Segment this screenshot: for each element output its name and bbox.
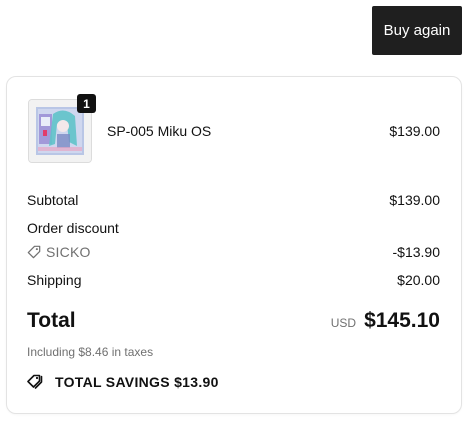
total-label: Total xyxy=(27,309,76,332)
buy-again-button[interactable]: Buy again xyxy=(372,6,462,55)
currency-code: USD xyxy=(330,316,357,330)
product-price: $139.00 xyxy=(389,123,440,139)
taxes-note: Including $8.46 in taxes xyxy=(27,345,154,359)
shipping-label: Shipping xyxy=(27,272,82,288)
discount-value: -$13.90 xyxy=(392,244,440,260)
subtotal-value: $139.00 xyxy=(389,192,440,208)
total-savings-label: TOTAL SAVINGS $13.90 xyxy=(55,374,219,390)
quantity-badge: 1 xyxy=(77,94,96,113)
total-amount: USD $145.10 xyxy=(331,309,440,333)
tag-icon xyxy=(27,245,41,259)
order-summary-card: 1 SP-005 Miku OS $139.00 Subtotal $139.0… xyxy=(6,76,462,414)
tags-icon xyxy=(27,374,43,389)
order-discount-label: Order discount xyxy=(27,220,119,236)
subtotal-label: Subtotal xyxy=(27,192,79,208)
discount-code: SICKO xyxy=(46,244,91,260)
order-status-page: Buy again 1 SP-005 Miku OS $139.00 Subto… xyxy=(0,0,470,426)
discount-code-row: SICKO xyxy=(27,244,91,260)
total-value: $145.10 xyxy=(364,309,440,332)
total-savings: TOTAL SAVINGS $13.90 xyxy=(27,374,219,390)
shipping-value: $20.00 xyxy=(397,272,440,288)
product-name: SP-005 Miku OS xyxy=(107,123,212,139)
